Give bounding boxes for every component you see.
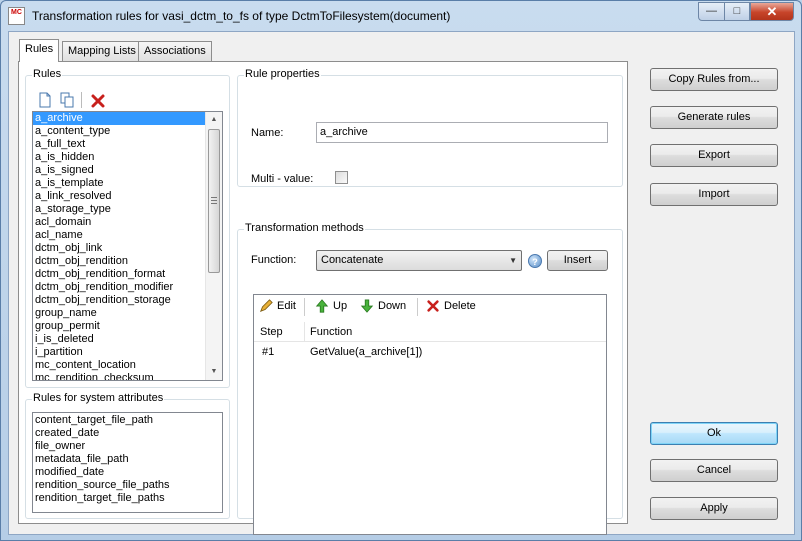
list-item[interactable]: file_owner	[33, 440, 222, 453]
tab-mapping-lists[interactable]: Mapping Lists	[62, 41, 142, 61]
function-cell: GetValue(a_archive[1])	[310, 346, 423, 358]
scroll-thumb[interactable]	[208, 129, 220, 273]
column-header-step: Step	[260, 326, 283, 338]
list-item[interactable]: i_partition	[33, 346, 222, 359]
delete-label: Delete	[444, 300, 476, 312]
rule-properties-label: Rule properties	[244, 68, 321, 80]
arrow-up-icon	[315, 299, 329, 313]
maximize-button[interactable]: □	[724, 2, 750, 21]
ok-button[interactable]: Ok	[650, 422, 778, 445]
list-item[interactable]: a_content_type	[33, 125, 222, 138]
list-item[interactable]: mc_content_location	[33, 359, 222, 372]
function-select-value: Concatenate	[321, 254, 384, 266]
delete-tool[interactable]: Delete	[426, 299, 476, 313]
system-rules-group-label: Rules for system attributes	[32, 392, 165, 404]
help-icon[interactable]: ?	[528, 254, 542, 268]
edit-label: Edit	[277, 300, 296, 312]
system-rules-list[interactable]: content_target_file_path created_date file…	[32, 412, 223, 513]
apply-button[interactable]: Apply	[650, 497, 778, 520]
list-item[interactable]: dctm_obj_link	[33, 242, 222, 255]
generate-rules-button[interactable]: Generate rules	[650, 106, 778, 129]
list-item[interactable]: acl_name	[33, 229, 222, 242]
list-item[interactable]: rendition_target_file_paths	[33, 492, 222, 505]
list-item[interactable]: a_full_text	[33, 138, 222, 151]
rules-list-scrollbar[interactable]: ▲ ▼	[205, 112, 222, 380]
step-cell: #1	[262, 346, 275, 358]
import-button[interactable]: Import	[650, 183, 778, 206]
cancel-button[interactable]: Cancel	[650, 459, 778, 482]
copy-rule-icon[interactable]	[59, 92, 75, 108]
pencil-icon	[259, 299, 273, 313]
list-item[interactable]: acl_domain	[33, 216, 222, 229]
list-item[interactable]: created_date	[33, 427, 222, 440]
rules-list-items: a_archive a_content_type a_full_text a_is_h…	[33, 112, 222, 380]
function-label: Function:	[251, 254, 297, 266]
title-bar[interactable]: MC Transformation rules for vasi_dctm_to…	[1, 1, 801, 31]
list-item[interactable]: metadata_file_path	[33, 453, 222, 466]
list-item[interactable]: a_storage_type	[33, 203, 222, 216]
tab-rules[interactable]: Rules	[19, 39, 60, 62]
arrow-down-icon	[360, 299, 374, 313]
down-label: Down	[378, 300, 407, 312]
list-item[interactable]: group_permit	[33, 320, 222, 333]
system-rules-list-items: content_target_file_path created_date file…	[33, 414, 222, 505]
toolbar-separator	[81, 92, 82, 108]
rule-name-input[interactable]: a_archive	[316, 122, 608, 143]
export-button[interactable]: Export	[650, 144, 778, 167]
list-item[interactable]: a_is_signed	[33, 164, 222, 177]
function-select[interactable]: Concatenate ▼	[316, 250, 522, 271]
scroll-up-arrow-icon[interactable]: ▲	[206, 112, 222, 128]
list-item[interactable]: dctm_obj_rendition	[33, 255, 222, 268]
minimize-button[interactable]: —	[698, 2, 725, 21]
down-tool[interactable]: Down	[360, 299, 406, 313]
scroll-down-arrow-icon[interactable]: ▼	[206, 364, 222, 380]
edit-tool[interactable]: Edit	[259, 299, 296, 313]
up-tool[interactable]: Up	[315, 299, 347, 313]
list-item[interactable]: modified_date	[33, 466, 222, 479]
list-item[interactable]: a_is_hidden	[33, 151, 222, 164]
list-item[interactable]: dctm_obj_rendition_storage	[33, 294, 222, 307]
list-item[interactable]: i_is_deleted	[33, 333, 222, 346]
list-item[interactable]: group_name	[33, 307, 222, 320]
name-label: Name:	[251, 127, 284, 139]
column-header-function: Function	[310, 326, 353, 338]
dialog-client-area: Rules Mapping Lists Associations Rules a…	[8, 31, 795, 535]
list-item[interactable]: dctm_obj_rendition_modifier	[33, 281, 222, 294]
list-item[interactable]: rendition_source_file_paths	[33, 479, 222, 492]
close-button[interactable]: ✕	[750, 2, 794, 21]
grid-header: Step Function	[254, 322, 606, 342]
new-rule-icon[interactable]	[37, 92, 53, 108]
app-icon: MC	[8, 7, 25, 25]
insert-button[interactable]: Insert	[547, 250, 608, 271]
multi-value-checkbox[interactable]	[335, 171, 348, 184]
copy-rules-button[interactable]: Copy Rules from...	[650, 68, 778, 91]
delete-rule-icon[interactable]	[90, 93, 106, 109]
rules-list[interactable]: a_archive a_content_type a_full_text a_is_h…	[32, 111, 223, 381]
chevron-down-icon: ▼	[509, 256, 517, 265]
list-item[interactable]: a_is_template	[33, 177, 222, 190]
list-item[interactable]: a_archive	[33, 112, 222, 125]
list-item[interactable]: dctm_obj_rendition_format	[33, 268, 222, 281]
up-label: Up	[333, 300, 348, 312]
rules-group-label: Rules	[32, 68, 63, 80]
table-row[interactable]: #1 GetValue(a_archive[1])	[254, 343, 606, 363]
list-item[interactable]: content_target_file_path	[33, 414, 222, 427]
window-title: Transformation rules for vasi_dctm_to_fs…	[32, 9, 451, 23]
transformation-steps-grid: Edit Up Down Delete Step Function #1 Get…	[253, 294, 607, 535]
delete-icon	[427, 300, 439, 312]
dialog-window: MC Transformation rules for vasi_dctm_to…	[0, 0, 802, 541]
list-item[interactable]: a_link_resolved	[33, 190, 222, 203]
transformation-methods-label: Transformation methods	[244, 222, 365, 234]
list-item[interactable]: mc_rendition_checksum	[33, 372, 222, 380]
rules-tab-panel: Rules a_archive a_content_type a_full_text…	[18, 61, 628, 535]
multi-value-label: Multi - value:	[251, 173, 314, 185]
tab-associations[interactable]: Associations	[138, 41, 212, 61]
